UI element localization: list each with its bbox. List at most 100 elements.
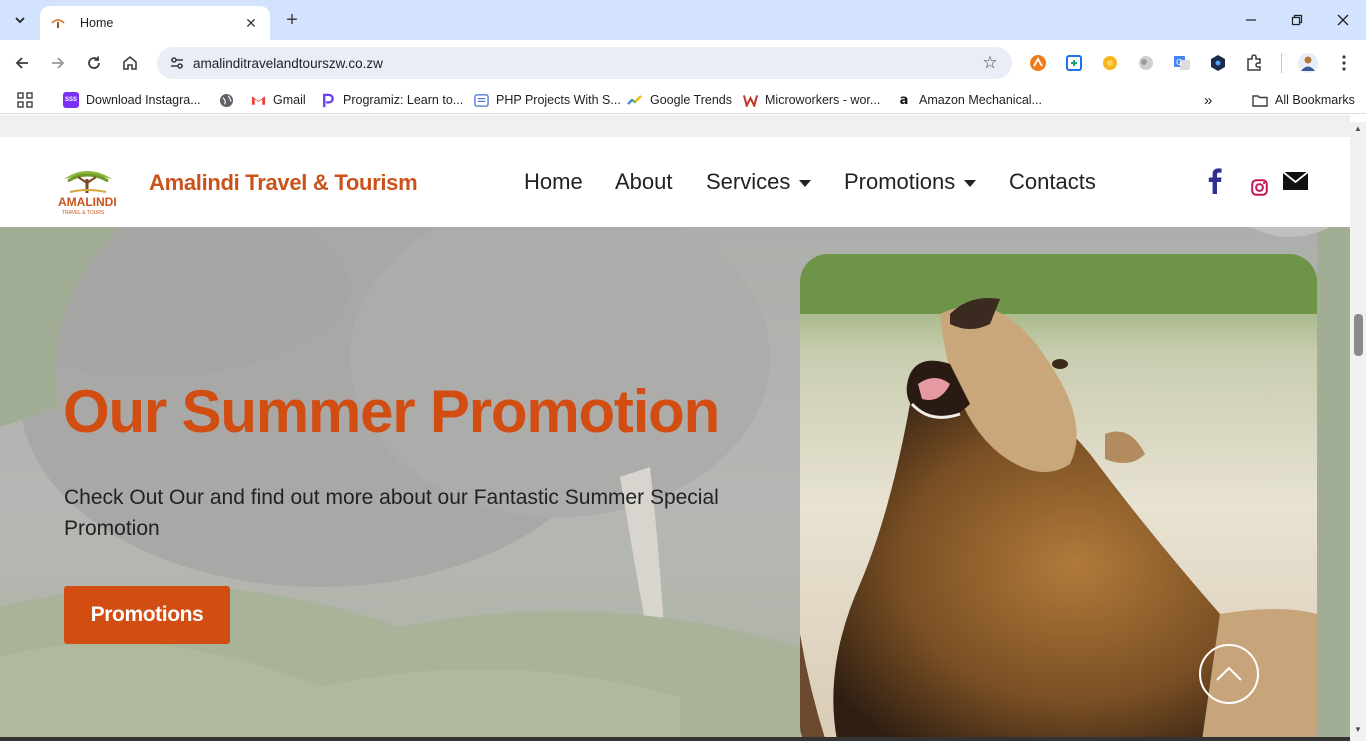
arrow-right-icon [52,57,65,69]
bookmarks-bar: SSS Download Instagra... Gmail Programiz… [0,86,1366,114]
chevron-up-icon [1216,666,1242,681]
extension-gray-icon[interactable] [1135,52,1157,74]
scroll-up-arrow-icon[interactable]: ▲ [1353,124,1363,133]
bookmark-label: Programiz: Learn to... [343,93,464,107]
nav-label: About [615,169,673,194]
bookmark-microworkers[interactable]: Microworkers - wor... [742,90,880,110]
bottom-edge [0,737,1350,741]
bookmark-globe[interactable] [218,90,241,110]
tab-search-button[interactable] [8,8,32,32]
nav-promotions[interactable]: Promotions [844,169,977,195]
close-tab-icon[interactable]: ✕ [242,15,260,32]
email-link[interactable] [1282,167,1308,195]
active-tab[interactable]: Home ✕ [40,6,270,40]
nav-services[interactable]: Services [706,169,812,195]
svg-text:G: G [1176,58,1182,67]
bookmark-label: Google Trends [650,93,732,107]
apps-button[interactable] [17,90,33,110]
folder-icon [1252,92,1268,108]
restore-button[interactable] [1274,0,1320,40]
chevron-down-icon [15,17,25,24]
hero-description: Check Out Our and find out more about ou… [64,486,719,540]
site-header: AMALINDI TRAVEL & TOURS Amalindi Travel … [0,137,1350,227]
instagram-icon [1250,178,1268,196]
bookmark-programiz[interactable]: Programiz: Learn to... [320,90,463,110]
reload-button[interactable] [80,49,108,77]
nav-label: Services [706,169,791,194]
bookmark-label: Microworkers - wor... [765,93,881,107]
url-text[interactable]: amalinditravelandtourszw.co.zw [193,56,976,71]
instagram-link[interactable] [1250,173,1268,201]
page-viewport: AMALINDI TRAVEL & TOURS Amalindi Travel … [0,115,1350,741]
extensions-puzzle-icon[interactable] [1243,52,1265,74]
home-button[interactable] [116,49,144,77]
hero-section: Our Summer Promotion Check Out Our and f… [0,227,1350,741]
site-info-icon[interactable] [165,51,189,75]
profile-avatar-icon[interactable] [1297,52,1319,74]
caret-down-icon [964,179,977,187]
gmail-icon [250,92,266,108]
bookmark-amazon[interactable]: a Amazon Mechanical... [896,90,1042,110]
bookmark-label: Gmail [273,93,306,107]
nav-home[interactable]: Home [524,169,583,195]
all-bookmarks-button[interactable]: All Bookmarks [1252,90,1355,110]
facebook-icon [1208,168,1222,194]
back-button[interactable] [8,49,36,77]
extension-hexagon-icon[interactable] [1207,52,1229,74]
logo-subtext: TRAVEL & TOURS [62,210,105,216]
address-bar[interactable]: amalinditravelandtourszw.co.zw ☆ [157,47,1012,79]
nav-contacts[interactable]: Contacts [1009,169,1096,195]
more-bookmarks-button[interactable]: » [1204,90,1212,110]
arrow-left-icon [15,57,28,69]
bookmark-download-instagram[interactable]: SSS Download Instagra... [63,90,201,110]
promotions-button[interactable]: Promotions [64,586,230,644]
minimize-icon [1246,19,1256,21]
tab-title: Home [80,16,114,30]
bookmark-label: Download Instagra... [86,93,201,107]
nav-about[interactable]: About [615,169,673,195]
forward-button[interactable] [44,49,72,77]
new-tab-button[interactable]: + [280,8,304,32]
restore-icon [1291,14,1303,26]
bookmark-label: PHP Projects With S... [496,93,621,107]
site-favicon-icon [50,15,66,31]
extension-orange-icon[interactable] [1027,52,1049,74]
microworkers-icon [742,92,758,108]
brand-name[interactable]: Amalindi Travel & Tourism [149,170,418,196]
php-projects-icon [473,92,489,108]
bookmark-google-trends[interactable]: Google Trends [627,90,732,110]
google-trends-icon [627,92,643,108]
browser-toolbar: amalinditravelandtourszw.co.zw ☆ G [0,40,1366,86]
minimize-button[interactable] [1228,0,1274,40]
all-bookmarks-label: All Bookmarks [1275,93,1355,107]
close-window-button[interactable] [1320,0,1366,40]
home-icon [123,55,137,70]
mail-icon [1282,172,1308,190]
bookmark-gmail[interactable]: Gmail [250,90,306,110]
tab-strip: Home ✕ + [0,0,1366,40]
bookmark-php-projects[interactable]: PHP Projects With S... [473,90,621,110]
facebook-link[interactable] [1206,167,1224,195]
toolbar-separator [1281,53,1282,73]
site-logo[interactable]: AMALINDI TRAVEL & TOURS [56,159,118,217]
page-scrollbar[interactable]: ▲ ▼ [1350,122,1366,741]
nav-label: Home [524,169,583,194]
browser-menu-icon[interactable] [1333,52,1355,74]
extension-blue-square-icon[interactable] [1063,52,1085,74]
scroll-to-top-button[interactable] [1199,644,1259,704]
nav-label: Promotions [844,169,956,194]
apps-grid-icon [17,92,33,108]
programiz-icon [320,92,336,108]
sss-icon: SSS [63,92,79,108]
scroll-down-arrow-icon[interactable]: ▼ [1353,725,1363,734]
logo-wordmark: AMALINDI [58,195,117,209]
nav-label: Contacts [1009,169,1096,194]
extension-translate-icon[interactable]: G [1171,52,1193,74]
bookmark-star-icon[interactable]: ☆ [976,49,1004,77]
globe-icon [218,92,234,108]
bookmark-label: Amazon Mechanical... [919,93,1042,107]
amazon-icon: a [899,92,909,108]
scrollbar-thumb[interactable] [1354,314,1363,356]
extension-sun-icon[interactable] [1099,52,1121,74]
reload-icon [88,56,100,69]
